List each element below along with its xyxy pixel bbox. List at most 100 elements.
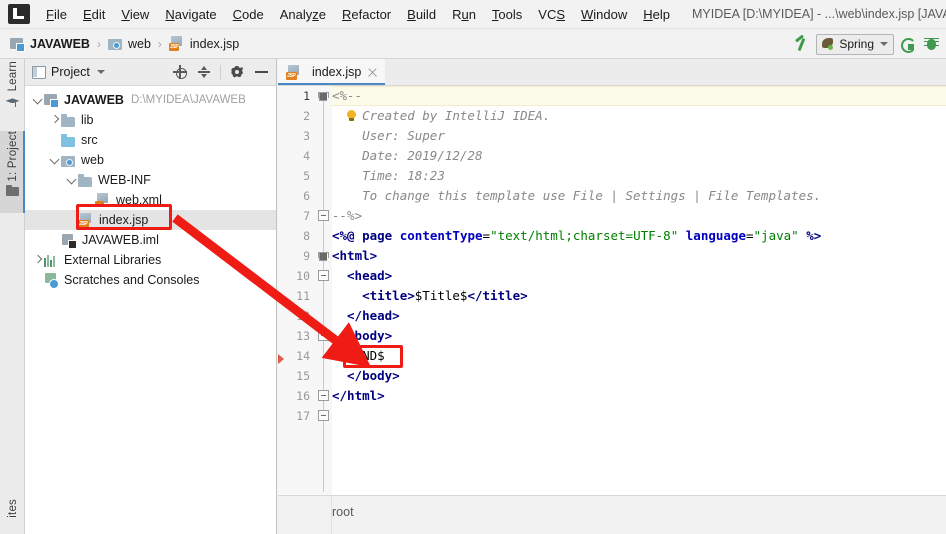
code-line[interactable]: <html> — [332, 246, 377, 266]
menu-item-vcs[interactable]: VCS — [530, 4, 573, 25]
menu-bar: File Edit View Navigate Code Analyze Refactor B… — [0, 0, 946, 29]
code-line[interactable]: Created by IntelliJ IDEA. — [362, 106, 550, 126]
menu-item-window[interactable]: Window — [573, 4, 635, 25]
tree-node-web-inf[interactable]: WEB-INF — [25, 170, 276, 190]
tool-tab-favorites[interactable]: ites — [0, 499, 25, 533]
chevron-down-icon[interactable] — [65, 170, 78, 190]
collapse-all-icon[interactable] — [193, 61, 215, 83]
chevron-right-icon[interactable] — [48, 110, 61, 130]
code-line[interactable]: To change this template use File | Setti… — [362, 186, 821, 206]
tree-node-web-xml[interactable]: web.xml — [25, 190, 276, 210]
footer-gutter — [278, 496, 332, 534]
scratches-icon — [44, 273, 59, 289]
code-token: $END$ — [347, 348, 385, 363]
code-text[interactable]: <%-- Created by IntelliJ IDEA. User: Super… — [278, 86, 946, 495]
line-number: 2 — [303, 109, 310, 123]
tree-node-lib[interactable]: lib — [25, 110, 276, 130]
tree-twisty-placeholder — [48, 130, 61, 150]
menu-item-edit[interactable]: Edit — [75, 4, 113, 25]
tree-node-label: lib — [81, 113, 94, 127]
locate-target-icon[interactable] — [169, 61, 191, 83]
fold-marker[interactable] — [318, 210, 329, 221]
tree-node-javaweb-iml[interactable]: JAVAWEB.iml — [25, 230, 276, 250]
chevron-right-icon[interactable] — [31, 250, 44, 270]
menu-item-code[interactable]: Code — [225, 4, 272, 25]
breadcrumb-separator: › — [157, 36, 162, 51]
editor-breadcrumb[interactable]: root — [332, 505, 354, 519]
run-configuration-selector[interactable]: Spring — [816, 33, 894, 55]
run-icon[interactable] — [900, 36, 917, 53]
editor-tab-index-jsp[interactable]: index.jsp — [278, 59, 386, 85]
tool-tab-project[interactable]: 1: Project — [0, 131, 25, 213]
tree-node-label: JAVAWEB — [64, 93, 124, 107]
folder-icon — [61, 113, 76, 127]
fold-marker[interactable] — [318, 330, 329, 341]
project-tree: JAVAWEB D:\MYIDEA\JAVAWEB lib src web WEB-INF… — [25, 86, 276, 290]
breadcrumb-item-web[interactable]: web — [106, 37, 153, 51]
hide-panel-icon[interactable] — [250, 61, 272, 83]
tree-node-javaweb[interactable]: JAVAWEB D:\MYIDEA\JAVAWEB — [25, 90, 276, 110]
tree-node-label: index.jsp — [99, 213, 149, 227]
menu-item-help[interactable]: Help — [635, 4, 678, 25]
code-line[interactable]: <%-- — [332, 86, 362, 106]
jsp-file-icon — [168, 36, 185, 51]
chevron-down-icon[interactable] — [48, 150, 61, 170]
tree-node-src[interactable]: src — [25, 130, 276, 150]
tool-tab-learn[interactable]: Learn — [0, 61, 25, 123]
tree-node-index-jsp[interactable]: index.jsp — [25, 210, 276, 230]
tool-tab-learn-label: Learn — [6, 61, 19, 92]
code-line[interactable]: User: Super — [362, 126, 445, 146]
tree-node-external-libraries[interactable]: External Libraries — [25, 250, 276, 270]
build-hammer-icon[interactable] — [792, 35, 810, 53]
code-line[interactable]: --%> — [332, 206, 362, 226]
learn-icon — [6, 95, 20, 109]
menu-item-file[interactable]: File — [38, 4, 75, 25]
code-line[interactable]: </body> — [347, 366, 400, 386]
tree-node-web[interactable]: web — [25, 150, 276, 170]
fold-marker[interactable] — [318, 390, 329, 401]
menu-item-analyze[interactable]: Analyze — [272, 4, 334, 25]
window-title: MYIDEA [D:\MYIDEA] - ...\web\index.jsp [… — [692, 7, 946, 21]
tree-node-scratches-and-consoles[interactable]: Scratches and Consoles — [25, 270, 276, 290]
menu-item-navigate[interactable]: Navigate — [157, 4, 224, 25]
code-line[interactable]: Date: 2019/12/28 — [362, 146, 482, 166]
menu-item-build[interactable]: Build — [399, 4, 444, 25]
code-line[interactable]: $END$ — [347, 346, 385, 366]
code-line[interactable]: </html> — [332, 386, 385, 406]
fold-marker[interactable] — [318, 410, 329, 421]
line-number: 11 — [296, 289, 310, 303]
code-line[interactable]: <%@ page contentType="text/html;charset=… — [332, 226, 821, 246]
line-number: 10 — [296, 269, 310, 283]
module-icon — [44, 93, 59, 108]
chevron-down-icon[interactable] — [31, 90, 44, 110]
menu-item-tools[interactable]: Tools — [484, 4, 530, 25]
menu-item-refactor[interactable]: Refactor — [334, 4, 399, 25]
project-view-selector[interactable]: Project — [32, 65, 105, 79]
intention-bulb-icon[interactable] — [346, 110, 357, 122]
menu-item-run[interactable]: Run — [444, 4, 484, 25]
editor-vertical-scrollbar[interactable] — [935, 113, 946, 495]
code-line[interactable]: </head> — [347, 306, 400, 326]
debug-icon[interactable] — [923, 36, 940, 53]
breadcrumb-item-index-jsp[interactable]: index.jsp — [167, 36, 241, 51]
code-token: Created by IntelliJ IDEA. — [362, 108, 551, 123]
close-icon[interactable] — [366, 66, 379, 79]
code-line[interactable]: <title>$Title$</title> — [362, 286, 528, 306]
code-token: <html> — [332, 248, 378, 263]
code-line[interactable]: <body> — [347, 326, 392, 346]
breadcrumb-item-javaweb[interactable]: JAVAWEB — [8, 37, 92, 52]
code-folding-gutter[interactable] — [316, 86, 332, 495]
code-token: language — [685, 228, 746, 243]
fold-marker[interactable] — [318, 90, 329, 101]
fold-marker[interactable] — [318, 250, 329, 261]
settings-gear-icon[interactable] — [226, 61, 248, 83]
code-editor[interactable]: 1 2 3 4 5 6 7 8 9 10 11 12 13 14 15 16 17 <%-- Created by… — [278, 86, 946, 495]
line-number: 4 — [303, 149, 310, 163]
menu-item-view[interactable]: View — [113, 4, 157, 25]
code-line[interactable]: <head> — [347, 266, 392, 286]
fold-marker[interactable] — [318, 270, 329, 281]
code-line[interactable]: Time: 18:23 — [362, 166, 445, 186]
